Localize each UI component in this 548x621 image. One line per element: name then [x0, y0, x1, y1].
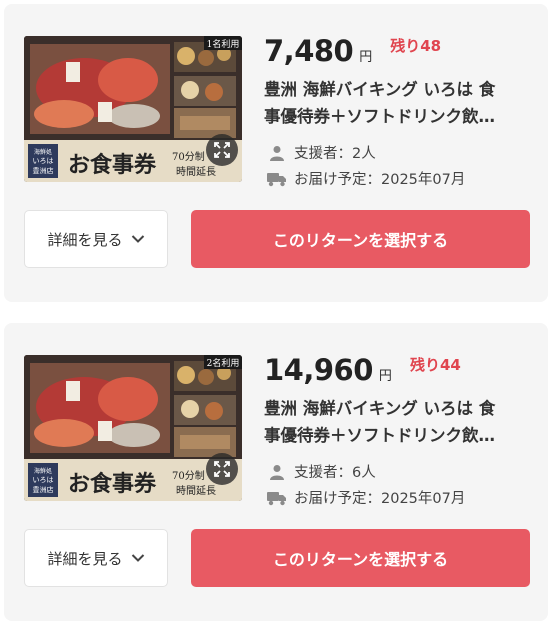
select-reward-label: このリターンを選択する	[272, 231, 449, 250]
expand-icon[interactable]	[206, 453, 238, 485]
price-row: 14,960 円 残り44	[264, 353, 461, 389]
svg-text:いろは: いろは	[33, 476, 54, 484]
reward-title-line2: 事優待券＋ソフトドリンク飲…	[264, 107, 495, 126]
reward-image[interactable]: 海鮮処 いろは 豊洲店 お食事券 70分制 時間延長 1名利用	[24, 36, 242, 182]
remaining-count: 残り48	[390, 37, 442, 55]
svg-text:豊洲店: 豊洲店	[33, 166, 54, 175]
voucher-sub2: 時間延長	[176, 166, 216, 178]
svg-text:豊洲店: 豊洲店	[33, 485, 54, 494]
currency: 円	[359, 50, 373, 65]
voucher-headline: お食事券	[68, 152, 157, 178]
reward-title[interactable]: 豊洲 海鮮バイキング いろは 食 事優待券＋ソフトドリンク飲…	[264, 76, 534, 130]
detail-button-label: 詳細を見る	[47, 549, 123, 568]
reward-title-line2: 事優待券＋ソフトドリンク飲…	[264, 426, 495, 445]
svg-text:いろは: いろは	[33, 157, 54, 165]
detail-button-label: 詳細を見る	[47, 230, 123, 249]
select-reward-label: このリターンを選択する	[272, 550, 449, 569]
reward-title[interactable]: 豊洲 海鮮バイキング いろは 食 事優待券＋ソフトドリンク飲…	[264, 395, 534, 449]
chevron-down-icon	[131, 553, 145, 563]
supporters-count: 支援者：6人	[294, 465, 376, 481]
supporters-count: 支援者：2人	[294, 146, 376, 162]
reward-title-line1: 豊洲 海鮮バイキング いろは 食	[264, 399, 496, 418]
remaining-count: 残り44	[409, 356, 461, 374]
reward-image[interactable]: 海鮮処 いろは 豊洲店 お食事券 70分制 時間延長 2名利用	[24, 355, 242, 501]
voucher-sub1: 70分制	[172, 469, 205, 482]
expand-icon[interactable]	[206, 134, 238, 166]
reward-card: 海鮮処 いろは 豊洲店 お食事券 70分制 時間延長 1名利用 7,480 円 残り…	[4, 4, 548, 302]
truck-icon	[266, 490, 288, 506]
svg-text:海鮮処: 海鮮処	[34, 148, 52, 156]
supporters-row: 支援者：2人	[266, 142, 376, 163]
delivery-date: お届け予定：2025年07月	[294, 491, 466, 507]
voucher-sub2: 時間延長	[176, 485, 216, 497]
voucher-headline: お食事券	[68, 471, 157, 497]
voucher-badge: 1名利用	[207, 38, 240, 50]
person-icon	[266, 145, 288, 161]
svg-text:海鮮処: 海鮮処	[34, 467, 52, 475]
reward-card: 海鮮処 いろは 豊洲店 お食事券 70分制 時間延長 2名利用 14,960 円 残…	[4, 323, 548, 621]
voucher-sub1: 70分制	[172, 150, 205, 163]
price: 14,960	[264, 353, 373, 387]
select-reward-button[interactable]: このリターンを選択する	[191, 210, 530, 268]
person-icon	[266, 464, 288, 480]
price: 7,480	[264, 34, 354, 68]
voucher-badge: 2名利用	[207, 357, 240, 369]
detail-button[interactable]: 詳細を見る	[24, 210, 168, 268]
currency: 円	[378, 369, 392, 384]
detail-button[interactable]: 詳細を見る	[24, 529, 168, 587]
price-row: 7,480 円 残り48	[264, 34, 441, 70]
reward-title-line1: 豊洲 海鮮バイキング いろは 食	[264, 80, 496, 99]
truck-icon	[266, 171, 288, 187]
delivery-row: お届け予定：2025年07月	[266, 168, 465, 189]
chevron-down-icon	[131, 234, 145, 244]
select-reward-button[interactable]: このリターンを選択する	[191, 529, 530, 587]
supporters-row: 支援者：6人	[266, 461, 376, 482]
delivery-date: お届け予定：2025年07月	[294, 172, 466, 188]
delivery-row: お届け予定：2025年07月	[266, 487, 465, 508]
